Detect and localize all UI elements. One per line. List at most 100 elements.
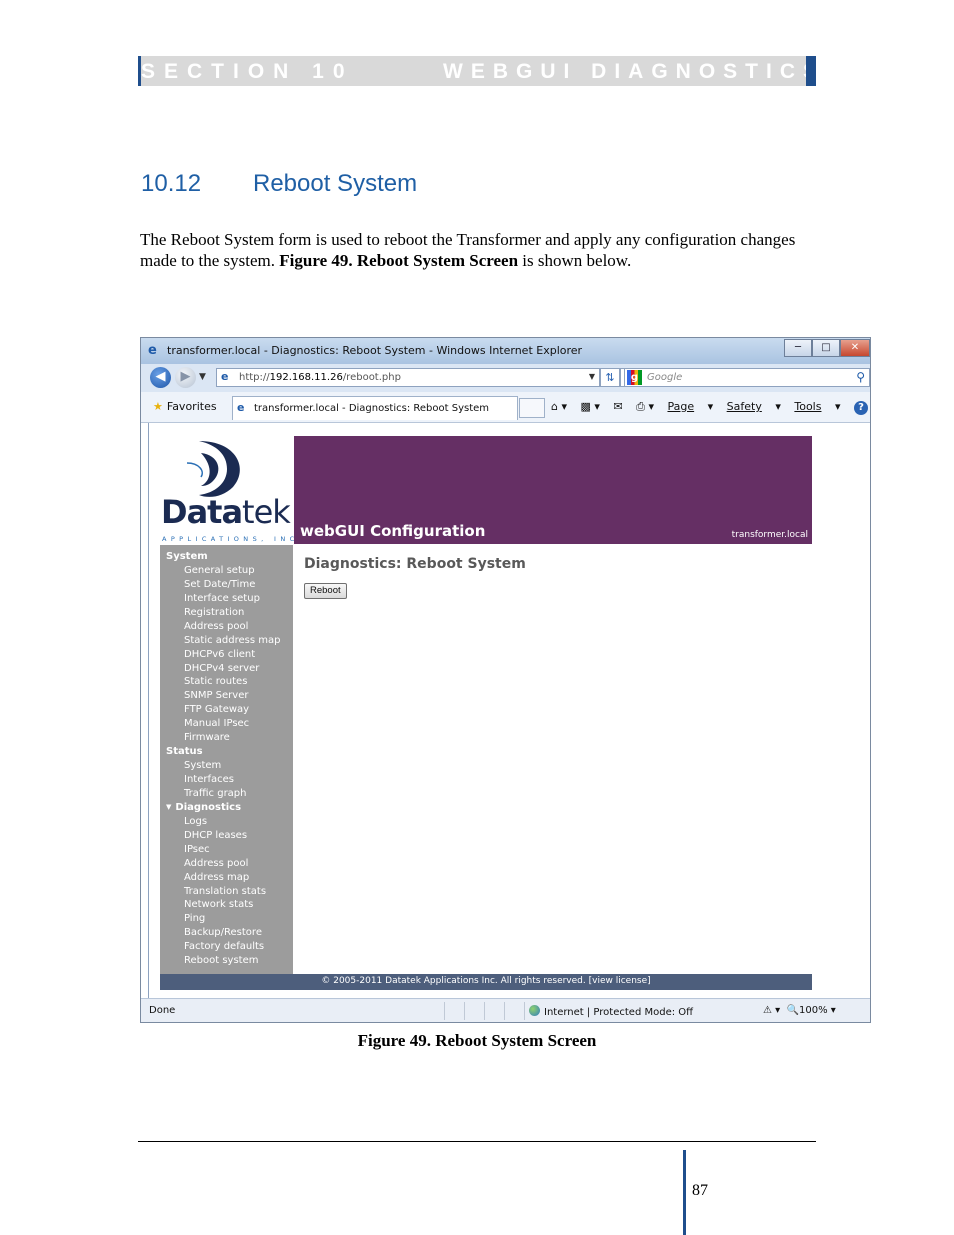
refresh-icon[interactable]: ⇅ xyxy=(600,368,620,387)
section-label: SECTION 10 xyxy=(141,60,354,83)
footer-rule xyxy=(138,1141,816,1142)
address-field[interactable]: e http://192.168.11.26/reboot.php ▼ xyxy=(216,368,600,387)
address-dropdown-icon[interactable]: ▼ xyxy=(589,372,595,381)
globe-icon xyxy=(529,1005,540,1016)
mail-icon[interactable]: ✉ xyxy=(613,400,622,413)
browser-tab[interactable]: e transformer.local - Diagnostics: Reboo… xyxy=(232,396,518,420)
page-title: Diagnostics: Reboot System xyxy=(304,556,526,572)
datatek-logo: Datatek APPLICATIONS, INC xyxy=(161,437,295,545)
tab-title: transformer.local - Diagnostics: Reboot … xyxy=(254,403,490,414)
search-field[interactable]: g Google ⚲ xyxy=(624,368,870,387)
nav-item[interactable]: Interface setup xyxy=(160,592,293,606)
nav-item[interactable]: General setup xyxy=(160,564,293,578)
url-host: 192.168.11.26 xyxy=(269,372,343,383)
google-icon: g xyxy=(627,370,642,385)
nav-item[interactable]: Reboot system xyxy=(160,954,293,968)
nav-sidebar: System General setup Set Date/Time Interfac… xyxy=(160,545,293,974)
nav-item[interactable]: Factory defaults xyxy=(160,940,293,954)
url-prefix: http:// xyxy=(239,372,270,383)
forward-icon[interactable]: ▶ xyxy=(175,367,196,388)
body-paragraph: The Reboot System form is used to reboot… xyxy=(140,229,820,271)
window-titlebar: e transformer.local - Diagnostics: Reboo… xyxy=(141,338,870,364)
nav-item[interactable]: DHCPv6 client xyxy=(160,648,293,662)
heading-title: Reboot System xyxy=(253,170,418,197)
nav-item[interactable]: IPsec xyxy=(160,843,293,857)
page-viewport: Datatek APPLICATIONS, INC webGUI Configu… xyxy=(148,423,870,998)
nav-item[interactable]: Registration xyxy=(160,606,293,620)
page-number: 87 xyxy=(692,1182,708,1199)
heading-number: 10.12 xyxy=(141,170,202,197)
nav-item[interactable]: DHCPv4 server xyxy=(160,662,293,676)
favorites-label: Favorites xyxy=(166,400,217,413)
page-icon: e xyxy=(221,370,229,383)
nav-item[interactable]: SNMP Server xyxy=(160,689,293,703)
minimize-icon[interactable]: ─ xyxy=(784,339,812,357)
nav-item[interactable]: Interfaces xyxy=(160,773,293,787)
nav-item[interactable]: Backup/Restore xyxy=(160,926,293,940)
nav-list: System General setup Set Date/Time Interfac… xyxy=(160,550,293,968)
nav-item[interactable]: System xyxy=(160,759,293,773)
nav-item[interactable]: Address pool xyxy=(160,620,293,634)
nav-item[interactable]: Address map xyxy=(160,871,293,885)
nav-item[interactable]: Address pool xyxy=(160,857,293,871)
hostname-label: transformer.local xyxy=(731,530,808,540)
nav-item[interactable]: Ping xyxy=(160,912,293,926)
nav-item[interactable]: Manual IPsec xyxy=(160,717,293,731)
window-controls: ─ □ ✕ xyxy=(784,339,870,357)
print-icon[interactable]: ⎙ ▾ xyxy=(636,400,654,413)
maximize-icon[interactable]: □ xyxy=(812,339,840,357)
nav-item[interactable]: Set Date/Time xyxy=(160,578,293,592)
status-separators xyxy=(425,1002,525,1020)
star-icon: ★ xyxy=(153,400,163,413)
url-path: /reboot.php xyxy=(342,372,401,383)
logo-subtitle: APPLICATIONS, INC xyxy=(162,535,299,543)
status-text: Done xyxy=(149,1005,176,1016)
command-bar: ⌂ ▾ ▩ ▾ ✉ ⎙ ▾ Page ▾ Safety ▾ Tools ▾ ? xyxy=(551,400,870,415)
history-dropdown-icon[interactable]: ▼ xyxy=(199,372,206,382)
body-text-after: is shown below. xyxy=(518,251,632,270)
favorites-button[interactable]: ★ Favorites xyxy=(153,400,217,413)
address-toolbar: ◀ ▶ ▼ e http://192.168.11.26/reboot.php … xyxy=(141,364,870,392)
close-icon[interactable]: ✕ xyxy=(840,339,870,357)
header-right-bar xyxy=(806,56,816,86)
back-icon[interactable]: ◀ xyxy=(150,367,171,388)
nav-item[interactable]: Firmware xyxy=(160,731,293,745)
nav-item[interactable]: DHCP leases xyxy=(160,829,293,843)
banner-title: webGUI Configuration xyxy=(300,522,486,540)
safety-menu[interactable]: Safety ▾ xyxy=(727,400,781,413)
tab-page-icon: e xyxy=(237,401,245,414)
feeds-icon[interactable]: ▩ ▾ xyxy=(581,400,600,413)
copyright-text: © 2005-2011 Datatek Applications Inc. Al… xyxy=(321,976,651,986)
status-bar: Done Internet | Protected Mode: Off ⚠ ▾ … xyxy=(141,998,870,1022)
tools-menu[interactable]: Tools ▾ xyxy=(794,400,840,413)
figure-reference: Figure 49. Reboot System Screen xyxy=(279,251,519,270)
copyright-footer: © 2005-2011 Datatek Applications Inc. Al… xyxy=(160,974,812,990)
home-icon[interactable]: ⌂ ▾ xyxy=(551,400,567,413)
nav-item[interactable]: Traffic graph xyxy=(160,787,293,801)
nav-item[interactable]: FTP Gateway xyxy=(160,703,293,717)
security-zone: Internet | Protected Mode: Off xyxy=(529,1005,693,1018)
window-title: transformer.local - Diagnostics: Reboot … xyxy=(167,344,583,357)
address-url: http://192.168.11.26/reboot.php xyxy=(239,372,401,383)
nav-group-header[interactable]: Diagnostics xyxy=(160,801,293,815)
header-banner: webGUI Configuration transformer.local xyxy=(294,436,812,544)
search-icon[interactable]: ⚲ xyxy=(856,370,865,384)
page-number-bar xyxy=(683,1150,686,1235)
help-icon[interactable]: ? xyxy=(854,401,869,415)
zoom-control[interactable]: ⚠ ▾ 🔍100% ▾ xyxy=(763,1005,836,1016)
nav-group-header[interactable]: System xyxy=(160,550,293,564)
page-menu[interactable]: Page ▾ xyxy=(667,400,713,413)
figure-caption: Figure 49. Reboot System Screen xyxy=(357,1031,597,1050)
nav-item[interactable]: Translation stats xyxy=(160,885,293,899)
nav-item[interactable]: Static address map xyxy=(160,634,293,648)
nav-item[interactable]: Static routes xyxy=(160,675,293,689)
section-header: SECTION 10 WEBGUI DIAGNOSTICS xyxy=(138,56,817,86)
nav-item[interactable]: Network stats xyxy=(160,898,293,912)
search-placeholder: Google xyxy=(647,372,683,383)
nav-group-header[interactable]: Status xyxy=(160,745,293,759)
main-content: Diagnostics: Reboot System Reboot xyxy=(294,545,812,974)
new-tab-button[interactable] xyxy=(519,398,545,418)
reboot-button[interactable]: Reboot xyxy=(304,583,347,599)
nav-item[interactable]: Logs xyxy=(160,815,293,829)
logo-wordmark: Datatek xyxy=(161,493,291,531)
